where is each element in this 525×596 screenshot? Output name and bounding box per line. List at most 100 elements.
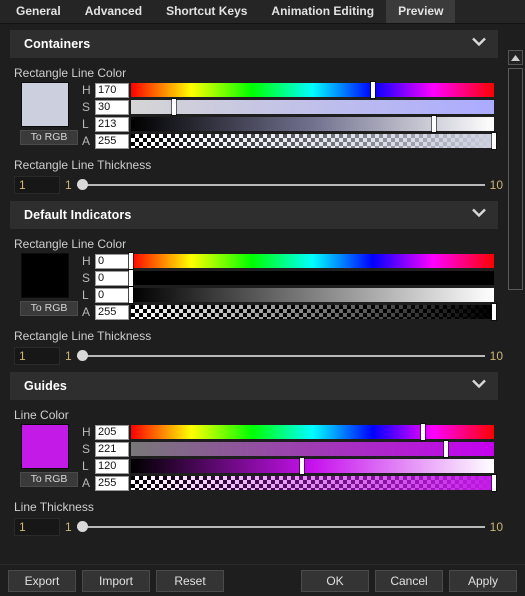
scroll-up-button[interactable] xyxy=(508,50,523,65)
channel-slider-s[interactable] xyxy=(131,441,494,457)
section-header-containers[interactable]: Containers xyxy=(10,30,498,58)
channel-gradient xyxy=(131,117,494,131)
channel-input-a[interactable] xyxy=(95,304,129,320)
thickness-max-label: 10 xyxy=(489,520,503,534)
channel-row-a: A xyxy=(82,475,508,491)
import-button[interactable]: Import xyxy=(82,569,150,592)
channel-letter-s: S xyxy=(82,100,91,114)
channel-slider-l[interactable] xyxy=(129,287,494,303)
thickness-min-label: 1 xyxy=(65,520,72,534)
section-header-default-indicators[interactable]: Default Indicators xyxy=(10,201,498,229)
channel-slider-s[interactable] xyxy=(131,99,494,115)
tab-shortcut-keys[interactable]: Shortcut Keys xyxy=(154,0,259,23)
thickness-track[interactable] xyxy=(76,347,485,365)
channel-slider-a[interactable] xyxy=(131,133,496,149)
thickness-knob[interactable] xyxy=(76,350,88,361)
color-field-label: Rectangle Line Color xyxy=(14,237,127,251)
chevron-down-icon[interactable] xyxy=(472,379,486,393)
channel-input-h[interactable] xyxy=(95,253,129,269)
channel-letter-s: S xyxy=(82,442,91,456)
channel-gradient xyxy=(131,442,494,456)
channel-letter-a: A xyxy=(82,305,91,319)
channel-slider-l[interactable] xyxy=(131,458,494,474)
channel-slider-handle[interactable] xyxy=(443,441,448,457)
export-button[interactable]: Export xyxy=(8,569,76,592)
channel-slider-a[interactable] xyxy=(131,475,496,491)
channel-input-h[interactable] xyxy=(95,424,129,440)
channel-input-a[interactable] xyxy=(95,475,129,491)
tab-preview[interactable]: Preview xyxy=(386,0,456,23)
channel-letter-l: L xyxy=(82,288,89,302)
thickness-value-input[interactable]: 1 xyxy=(14,176,60,194)
thickness-min-label: 1 xyxy=(65,178,72,192)
channel-slider-h[interactable] xyxy=(129,253,494,269)
channel-slider-h[interactable] xyxy=(131,82,494,98)
tab-animation-editing[interactable]: Animation Editing xyxy=(259,0,386,23)
channel-slider-a[interactable] xyxy=(131,304,496,320)
cancel-button[interactable]: Cancel xyxy=(375,569,443,592)
thickness-value-input[interactable]: 1 xyxy=(14,347,60,365)
channel-slider-handle[interactable] xyxy=(171,99,176,115)
thickness-knob[interactable] xyxy=(76,179,88,190)
thickness-knob[interactable] xyxy=(76,521,88,532)
ok-button[interactable]: OK xyxy=(301,569,369,592)
channel-letter-h: H xyxy=(82,425,91,439)
channel-input-s[interactable] xyxy=(95,270,129,286)
color-picker: To RGB HSLA xyxy=(20,253,508,321)
color-picker: To RGB HSLA xyxy=(20,82,508,150)
thickness-value-input[interactable]: 1 xyxy=(14,518,60,536)
dialog-button-bar: Export Import Reset OK Cancel Apply xyxy=(0,564,525,596)
channel-row-s: S xyxy=(82,441,508,457)
channel-gradient xyxy=(131,459,494,473)
channel-letter-h: H xyxy=(82,254,91,268)
channel-gradient xyxy=(131,83,494,97)
channel-slider-handle[interactable] xyxy=(299,458,304,474)
channel-slider-handle[interactable] xyxy=(129,287,133,303)
left-button-group: Export Import Reset xyxy=(8,569,224,592)
channel-row-h: H xyxy=(82,424,508,440)
channel-gradient xyxy=(131,271,494,285)
channel-gradient xyxy=(131,100,494,114)
color-swatch[interactable] xyxy=(21,424,69,469)
scrollbar-thumb[interactable] xyxy=(508,68,523,290)
thickness-slider-row: 1 1 10 xyxy=(14,517,508,537)
color-swatch[interactable] xyxy=(21,253,69,298)
channel-input-l[interactable] xyxy=(95,458,129,474)
reset-button[interactable]: Reset xyxy=(156,569,224,592)
to-rgb-button[interactable]: To RGB xyxy=(20,130,78,145)
channel-slider-handle[interactable] xyxy=(129,253,133,269)
channel-row-h: H xyxy=(82,253,508,269)
tab-general[interactable]: General xyxy=(4,0,73,23)
right-button-group: OK Cancel Apply xyxy=(301,569,517,592)
chevron-down-icon[interactable] xyxy=(472,208,486,222)
channel-slider-s[interactable] xyxy=(129,270,494,286)
channel-input-l[interactable] xyxy=(95,116,129,132)
channel-input-l[interactable] xyxy=(95,287,129,303)
apply-button[interactable]: Apply xyxy=(449,569,517,592)
vertical-scrollbar[interactable] xyxy=(508,50,523,586)
channel-slider-handle[interactable] xyxy=(492,304,496,320)
channel-input-s[interactable] xyxy=(95,99,129,115)
thickness-track[interactable] xyxy=(76,176,485,194)
channel-slider-handle[interactable] xyxy=(432,116,437,132)
tab-advanced[interactable]: Advanced xyxy=(73,0,154,23)
channel-input-s[interactable] xyxy=(95,441,129,457)
channel-input-a[interactable] xyxy=(95,133,129,149)
to-rgb-button[interactable]: To RGB xyxy=(20,301,78,316)
channel-slider-handle[interactable] xyxy=(129,270,133,286)
thickness-track[interactable] xyxy=(76,518,485,536)
swatch-column: To RGB xyxy=(20,82,82,145)
channel-input-h[interactable] xyxy=(95,82,129,98)
channel-slider-handle[interactable] xyxy=(371,82,375,98)
channel-slider-l[interactable] xyxy=(131,116,494,132)
color-swatch[interactable] xyxy=(21,82,69,127)
to-rgb-button[interactable]: To RGB xyxy=(20,472,78,487)
channel-slider-h[interactable] xyxy=(131,424,494,440)
section-header-guides[interactable]: Guides xyxy=(10,372,498,400)
channel-slider-handle[interactable] xyxy=(492,475,496,491)
color-field-label: Rectangle Line Color xyxy=(14,66,127,80)
channel-slider-handle[interactable] xyxy=(420,424,425,440)
channel-row-a: A xyxy=(82,133,508,149)
chevron-down-icon[interactable] xyxy=(472,37,486,51)
channel-slider-handle[interactable] xyxy=(492,133,496,149)
